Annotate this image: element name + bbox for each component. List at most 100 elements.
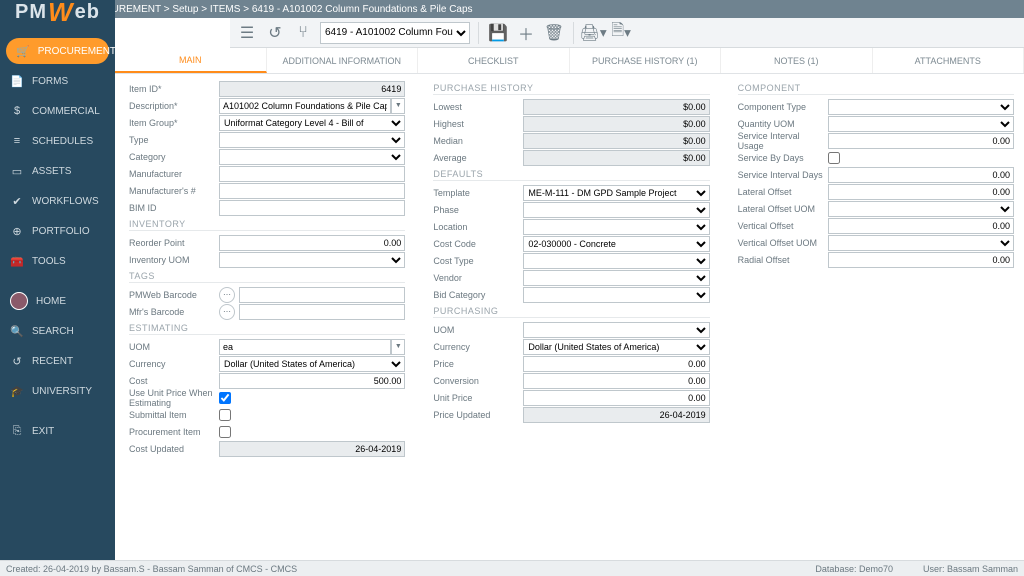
section-defaults: DEFAULTS <box>433 169 709 181</box>
exit-icon: ⎘ <box>10 425 24 438</box>
print-icon[interactable]: 🖨▾ <box>582 22 604 44</box>
footer-db: Database: Demo70 <box>815 564 893 574</box>
price-field[interactable] <box>523 356 709 372</box>
sidebar-item-forms[interactable]: 📄FORMS <box>0 66 115 96</box>
average-field <box>523 150 709 166</box>
manufacturer-field[interactable] <box>219 166 405 182</box>
item-group-label: Item Group* <box>129 118 219 128</box>
recent-icon: ↺ <box>10 355 24 368</box>
vertical-offset-uom-field[interactable] <box>828 235 1014 251</box>
pmweb_barcode-field[interactable] <box>239 287 405 303</box>
sidebar-item-procurement[interactable]: 🛒PROCUREMENT <box>6 38 109 64</box>
phase-label: Phase <box>433 205 523 215</box>
cost-updated-label: Cost Updated <box>129 444 219 454</box>
sidebar-item-portfolio[interactable]: ⊕PORTFOLIO <box>0 216 115 246</box>
currency-field[interactable]: Dollar (United States of America) <box>219 356 405 372</box>
purchasing-currency-field[interactable]: Dollar (United States of America) <box>523 339 709 355</box>
tab-main[interactable]: MAIN <box>115 48 267 73</box>
vertical-offset-field[interactable] <box>828 218 1014 234</box>
sidebar-item-search[interactable]: 🔍SEARCH <box>0 316 115 346</box>
use-unit-price-checkbox[interactable] <box>219 392 231 404</box>
location-field[interactable] <box>523 219 709 235</box>
description-label: Description* <box>129 101 219 111</box>
category-field[interactable] <box>219 149 405 165</box>
section-inventory: INVENTORY <box>129 219 405 231</box>
service-interval-usage-field[interactable] <box>828 133 1014 149</box>
vertical-offset-label: Vertical Offset <box>738 221 828 231</box>
sidebar-item-label: ASSETS <box>32 166 71 177</box>
radial-offset-field[interactable] <box>828 252 1014 268</box>
item-id-label: Item ID* <box>129 84 219 94</box>
tab-additional-information[interactable]: ADDITIONAL INFORMATION <box>267 48 419 73</box>
pmweb_barcode-action[interactable]: ⋯ <box>219 287 235 303</box>
sidebar-item-recent[interactable]: ↺ RECENT <box>0 346 115 376</box>
sidebar-item-exit[interactable]: ⎘EXIT <box>0 416 115 446</box>
inventory-uom-label: Inventory UOM <box>129 255 219 265</box>
service-interval-days-field[interactable] <box>828 167 1014 183</box>
description-field[interactable] <box>219 98 391 114</box>
bid-category-label: Bid Category <box>433 290 523 300</box>
sidebar-item-tools[interactable]: 🧰TOOLS <box>0 246 115 276</box>
inventory-uom-field[interactable] <box>219 252 405 268</box>
procurement-item-label: Procurement Item <box>129 427 219 437</box>
mfr_barcode-field[interactable] <box>239 304 405 320</box>
tab-attachments[interactable]: ATTACHMENTS <box>873 48 1024 73</box>
uom-field[interactable] <box>219 339 391 355</box>
quantity-uom-field[interactable] <box>828 116 1014 132</box>
mfr_barcode-action[interactable]: ⋯ <box>219 304 235 320</box>
breadcrumb-bar: i (Portfolio) > PROCUREMENT > Setup > IT… <box>0 0 1024 18</box>
sidebar-item-workflows[interactable]: ✔WORKFLOWS <box>0 186 115 216</box>
cost-type-field[interactable] <box>523 253 709 269</box>
cost-updated-field <box>219 441 405 457</box>
service-by-days-checkbox[interactable] <box>828 152 840 164</box>
history-icon[interactable]: ↺ <box>264 22 286 44</box>
sidebar-item-label: SCHEDULES <box>32 136 93 147</box>
sidebar-item-schedules[interactable]: ≡SCHEDULES <box>0 126 115 156</box>
tab-notes-[interactable]: NOTES (1) <box>721 48 873 73</box>
sidebar-item-assets[interactable]: ▭ASSETS <box>0 156 115 186</box>
vendor-field[interactable] <box>523 270 709 286</box>
conversion-field[interactable] <box>523 373 709 389</box>
currency-label: Currency <box>129 359 219 369</box>
list-icon[interactable]: ☰ <box>236 22 258 44</box>
manufacturer-no-field[interactable] <box>219 183 405 199</box>
use-unit-price-label: Use Unit Price When Estimating <box>129 388 219 408</box>
export-icon[interactable]: 🗎▾ <box>610 22 632 44</box>
sidebar-item-label: RECENT <box>32 356 73 367</box>
record-selector[interactable]: 6419 - A101002 Column Foundations <box>320 22 470 44</box>
save-icon[interactable]: 💾 <box>487 22 509 44</box>
unit-price-field[interactable] <box>523 390 709 406</box>
tab-purchase-history-[interactable]: PURCHASE HISTORY (1) <box>570 48 722 73</box>
cost-code-field[interactable]: 02-030000 - Concrete <box>523 236 709 252</box>
delete-icon[interactable]: 🗑 <box>543 22 565 44</box>
lateral-offset-uom-field[interactable] <box>828 201 1014 217</box>
add-icon[interactable]: ＋ <box>515 22 537 44</box>
bim-id-field[interactable] <box>219 200 405 216</box>
reorder-point-field[interactable] <box>219 235 405 251</box>
tab-checklist[interactable]: CHECKLIST <box>418 48 570 73</box>
item-group-field[interactable]: Uniformat Category Level 4 - Bill of <box>219 115 405 131</box>
template-field[interactable]: ME-M-111 - DM GPD Sample Project <box>523 185 709 201</box>
type-field[interactable] <box>219 132 405 148</box>
category-label: Category <box>129 152 219 162</box>
lateral-offset-field[interactable] <box>828 184 1014 200</box>
sidebar-item-commercial[interactable]: $COMMERCIAL <box>0 96 115 126</box>
uom-field-dropdown[interactable]: ▼ <box>391 339 405 355</box>
bid-category-field[interactable] <box>523 287 709 303</box>
reorder-point-label: Reorder Point <box>129 238 219 248</box>
phase-field[interactable] <box>523 202 709 218</box>
sidebar-item-home[interactable]: HOME <box>0 286 115 316</box>
status-bar: Created: 26-04-2019 by Bassam.S - Bassam… <box>0 560 1024 576</box>
component-type-field[interactable] <box>828 99 1014 115</box>
cost-field[interactable] <box>219 373 405 389</box>
university-icon: 🎓 <box>10 385 24 398</box>
procurement-item-checkbox[interactable] <box>219 426 231 438</box>
sidebar-item-label: FORMS <box>32 76 68 87</box>
price-updated-field <box>523 407 709 423</box>
purchasing-uom-field[interactable] <box>523 322 709 338</box>
hierarchy-icon[interactable]: ⑂ <box>292 22 314 44</box>
description-field-dropdown[interactable]: ▼ <box>391 98 405 114</box>
highest-field <box>523 116 709 132</box>
submittal-item-checkbox[interactable] <box>219 409 231 421</box>
sidebar-item-university[interactable]: 🎓UNIVERSITY <box>0 376 115 406</box>
